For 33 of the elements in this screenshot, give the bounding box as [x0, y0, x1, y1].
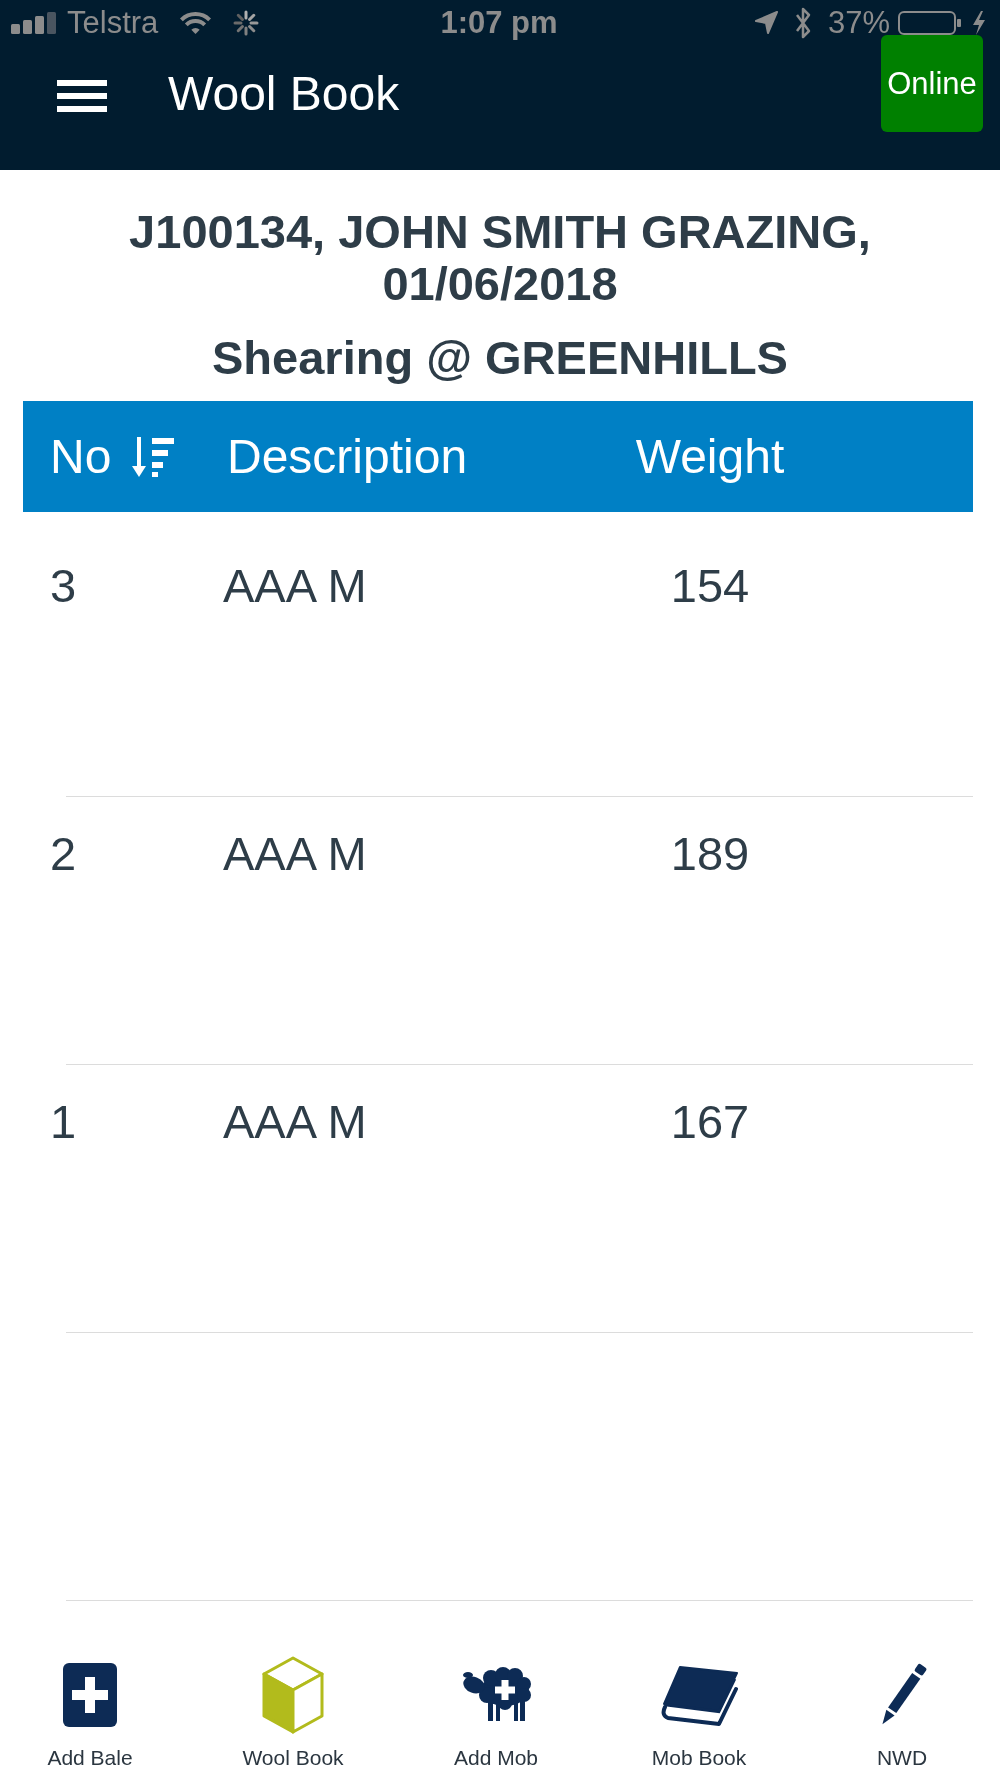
battery-icon [898, 10, 962, 35]
cube-icon [262, 1656, 324, 1734]
table-cell: 189 [670, 826, 750, 882]
table-cell: 1 [50, 1094, 77, 1150]
plus-square-icon [63, 1663, 117, 1727]
signal-icon [11, 11, 56, 34]
table-cell: 3 [50, 558, 77, 614]
status-time: 1:07 pm [440, 5, 558, 40]
nav-tab[interactable]: NWD [812, 1655, 992, 1771]
bluetooth-icon [794, 5, 812, 40]
nav-tab[interactable]: Add Bale [0, 1655, 180, 1771]
nav-tab[interactable]: Add Mob [406, 1655, 586, 1771]
table-cell: 167 [670, 1094, 750, 1150]
table-cell: 2 [50, 826, 77, 882]
table-cell: AAA M [223, 826, 367, 882]
sort-descending-icon[interactable] [132, 435, 175, 478]
carrier-name: Telstra [67, 5, 159, 40]
menu-icon[interactable] [57, 80, 107, 112]
page-title: Wool Book [168, 66, 400, 122]
table-cell: 154 [670, 558, 750, 614]
table-cell: AAA M [223, 1094, 367, 1150]
connection-status-button[interactable]: Online [881, 35, 983, 132]
location-arrow-icon [753, 10, 779, 35]
nav-tab[interactable]: Wool Book [203, 1655, 383, 1771]
column-header[interactable]: Weight [635, 429, 785, 484]
nav-tab[interactable]: Mob Book [609, 1655, 789, 1771]
book-icon [660, 1664, 738, 1726]
column-header[interactable]: Description [227, 429, 468, 484]
job-title: J100134, JOHN SMITH GRAZING, 01/06/2018 [128, 206, 872, 310]
column-header[interactable]: No [50, 429, 112, 484]
activity-spinner-icon [233, 9, 260, 36]
job-subtitle: Shearing @ GREENHILLS [211, 332, 789, 384]
table-cell: AAA M [223, 558, 367, 614]
